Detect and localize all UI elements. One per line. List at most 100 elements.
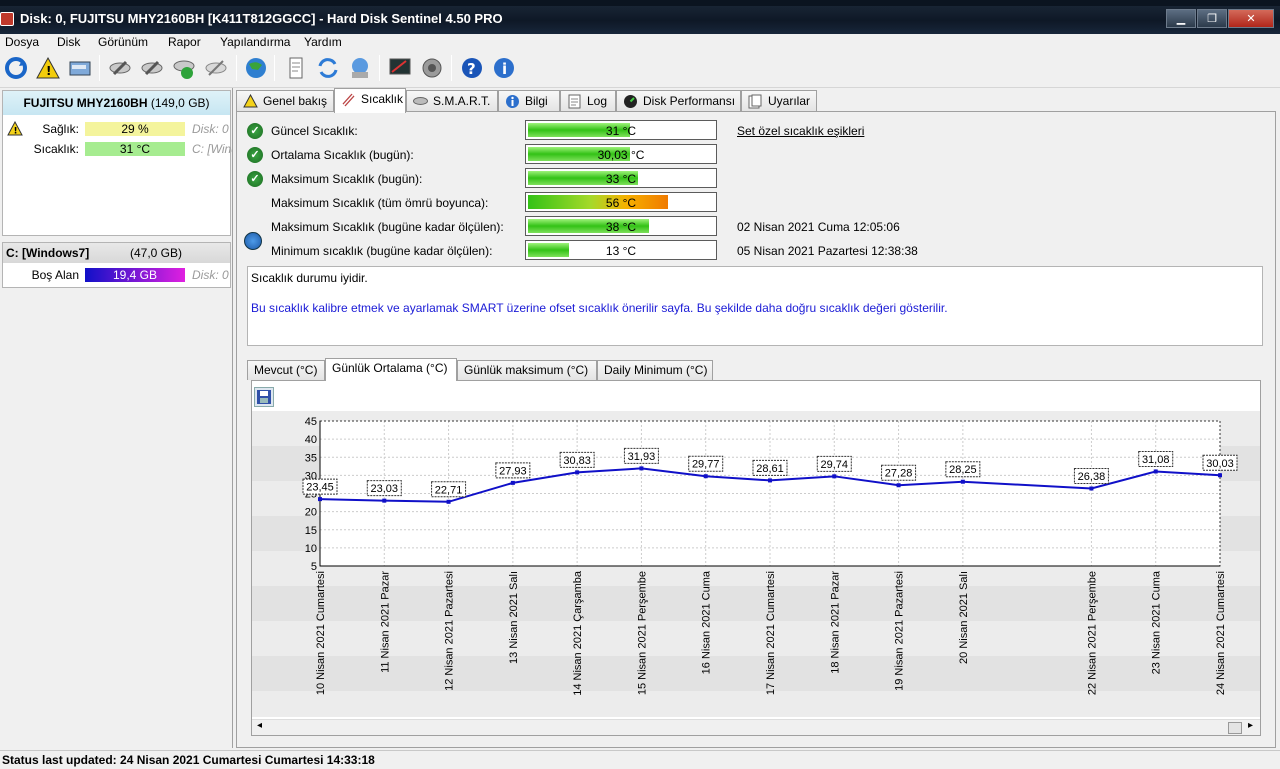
x-tick-label: 17 Nisan 2021 Cumartesi [765, 571, 777, 695]
health-row: ! Sağlık: 29 % Disk: 0 [3, 121, 232, 137]
close-button[interactable]: ✕ [1228, 9, 1274, 28]
performance-icon [622, 93, 638, 109]
temp-date: 05 Nisan 2021 Pazartesi 12:38:38 [737, 244, 918, 258]
check-icon: ✓ [247, 171, 263, 187]
tab-label: Log [587, 94, 608, 108]
status-message-box: Sıcaklık durumu iyidir. Bu sıcaklık kali… [247, 266, 1263, 346]
data-point [896, 483, 901, 488]
taskbar-strip [0, 0, 1280, 6]
x-tick-label: 22 Nisan 2021 Perşembe [1086, 571, 1098, 695]
tab-sicaklik[interactable]: Sıcaklık [334, 88, 406, 113]
tab-log[interactable]: Log [560, 90, 616, 112]
maximize-button[interactable]: ❐ [1197, 9, 1227, 28]
smart-icon [412, 93, 428, 109]
minimize-button[interactable]: ▁ [1166, 9, 1196, 28]
data-label: 22,71 [435, 484, 463, 496]
refresh-icon[interactable] [2, 54, 30, 82]
chart-tab-mevcut[interactable]: Mevcut (°C) [247, 360, 325, 380]
chart-tab-gunluk-maksimum[interactable]: Günlük maksimum (°C) [457, 360, 597, 380]
tab-genel-bakis[interactable]: Genel bakış [236, 90, 334, 112]
chart-band [252, 656, 1260, 691]
tab-disk-performansi[interactable]: Disk Performansı [616, 90, 741, 112]
menu-rapor[interactable]: Rapor [168, 35, 201, 49]
menu-disk[interactable]: Disk [57, 35, 80, 49]
alert-icon[interactable]: ! [34, 54, 62, 82]
network-icon[interactable] [346, 54, 374, 82]
data-label: 26,38 [1078, 471, 1106, 483]
disk-card[interactable]: FUJITSU MHY2160BH (149,0 GB) ! Sağlık: 2… [2, 90, 232, 236]
temp-label: Maksimum Sıcaklık (bugün): [271, 172, 423, 186]
check-icon: ✓ [247, 123, 263, 139]
tab-label: Disk Performansı [643, 94, 736, 108]
help-icon[interactable]: ? [458, 54, 486, 82]
data-label: 23,03 [371, 483, 399, 495]
temp-value: 30,03 °C [597, 148, 645, 162]
chart-tab-gunluk-ortalama[interactable]: Günlük Ortalama (°C) [325, 358, 457, 381]
thermometer-icon [340, 91, 356, 107]
temp-label: Maksimum Sıcaklık (tüm ömrü boyunca): [271, 196, 489, 210]
data-point [768, 478, 772, 483]
scroll-left-icon[interactable]: ◂ [257, 720, 262, 731]
disk-icon[interactable] [66, 54, 94, 82]
tab-label: Sıcaklık [361, 92, 404, 106]
x-tick-label: 12 Nisan 2021 Pazartesi [444, 571, 456, 691]
chart-band [252, 621, 1260, 656]
tab-uyarilar[interactable]: Uyarılar [741, 90, 817, 112]
history-icon[interactable] [244, 232, 262, 250]
chart-panel: 5101520253035404523,4510 Nisan 2021 Cuma… [251, 380, 1261, 736]
chart-tab-daily-minimum[interactable]: Daily Minimum (°C) [597, 360, 713, 380]
log-icon [566, 93, 582, 109]
warning-icon: ! [7, 121, 23, 136]
temp-label: Sıcaklık: [33, 142, 79, 156]
temp-value: 56 °C [605, 196, 637, 210]
disk-tool-icon[interactable] [202, 54, 230, 82]
monitor-icon[interactable] [386, 54, 414, 82]
alerts-icon [747, 93, 763, 109]
sound-icon[interactable] [418, 54, 446, 82]
partition-card[interactable]: C: [Windows7] (47,0 GB) Boş Alan 19,4 GB… [2, 242, 231, 288]
scroll-right-icon[interactable]: ▸ [1248, 720, 1253, 731]
disk-test-icon[interactable] [138, 54, 166, 82]
data-point [639, 466, 644, 471]
sync-icon[interactable] [314, 54, 342, 82]
disk-name: FUJITSU MHY2160BH [23, 96, 148, 110]
y-tick-label: 40 [305, 434, 317, 446]
horizontal-scrollbar[interactable]: ◂ ▸ [252, 719, 1260, 735]
custom-threshold-link[interactable]: Set özel sıcaklık eşikleri [737, 124, 864, 138]
scroll-thumb[interactable] [1228, 722, 1242, 734]
tab-smart[interactable]: S.M.A.R.T. [406, 90, 498, 112]
temp-row: ✓ Ortalama Sıcaklık (bugün): 30,03 °C [247, 144, 937, 166]
temp-label: Minimum sıcaklık (bugüne kadar ölçülen): [271, 244, 493, 258]
svg-text:!: ! [14, 127, 18, 137]
tab-label: Bilgi [525, 94, 548, 108]
y-tick-label: 15 [305, 525, 317, 537]
info-icon[interactable]: i [490, 54, 518, 82]
menu-yardim[interactable]: Yardım [304, 35, 342, 49]
tab-bilgi[interactable]: Bilgi [498, 90, 560, 112]
x-tick-label: 10 Nisan 2021 Cumartesi [315, 571, 327, 695]
temp-value: 13 °C [605, 244, 637, 258]
temp-bar: 13 °C [525, 240, 717, 260]
data-label: 29,77 [692, 459, 720, 471]
data-point [382, 498, 387, 503]
temp-value: 33 °C [605, 172, 637, 186]
menu-yapilandirma[interactable]: Yapılandırma [220, 35, 290, 49]
report-icon[interactable] [282, 54, 310, 82]
y-tick-label: 45 [305, 416, 317, 428]
x-tick-label: 20 Nisan 2021 Salı [958, 571, 970, 664]
x-tick-label: 18 Nisan 2021 Pazar [829, 571, 841, 674]
partition-header: C: [Windows7] (47,0 GB) [3, 243, 230, 263]
y-tick-label: 20 [305, 507, 317, 519]
temp-bar: 31 °C [85, 142, 185, 156]
app-icon [0, 12, 14, 26]
disk-ok-icon[interactable] [170, 54, 198, 82]
disk-settings-icon[interactable] [106, 54, 134, 82]
menu-dosya[interactable]: Dosya [5, 35, 39, 49]
status-message: Sıcaklık durumu iyidir. [251, 271, 368, 285]
x-tick-label: 13 Nisan 2021 Salı [508, 571, 520, 664]
data-point [832, 474, 837, 479]
globe-icon[interactable] [242, 54, 270, 82]
temp-row: Maksimum Sıcaklık (tüm ömrü boyunca): 56 … [247, 192, 937, 214]
menu-gorunum[interactable]: Görünüm [98, 35, 148, 49]
temp-row: ✓ Güncel Sıcaklık: 31 °C Set özel sıcaklık … [247, 120, 937, 142]
